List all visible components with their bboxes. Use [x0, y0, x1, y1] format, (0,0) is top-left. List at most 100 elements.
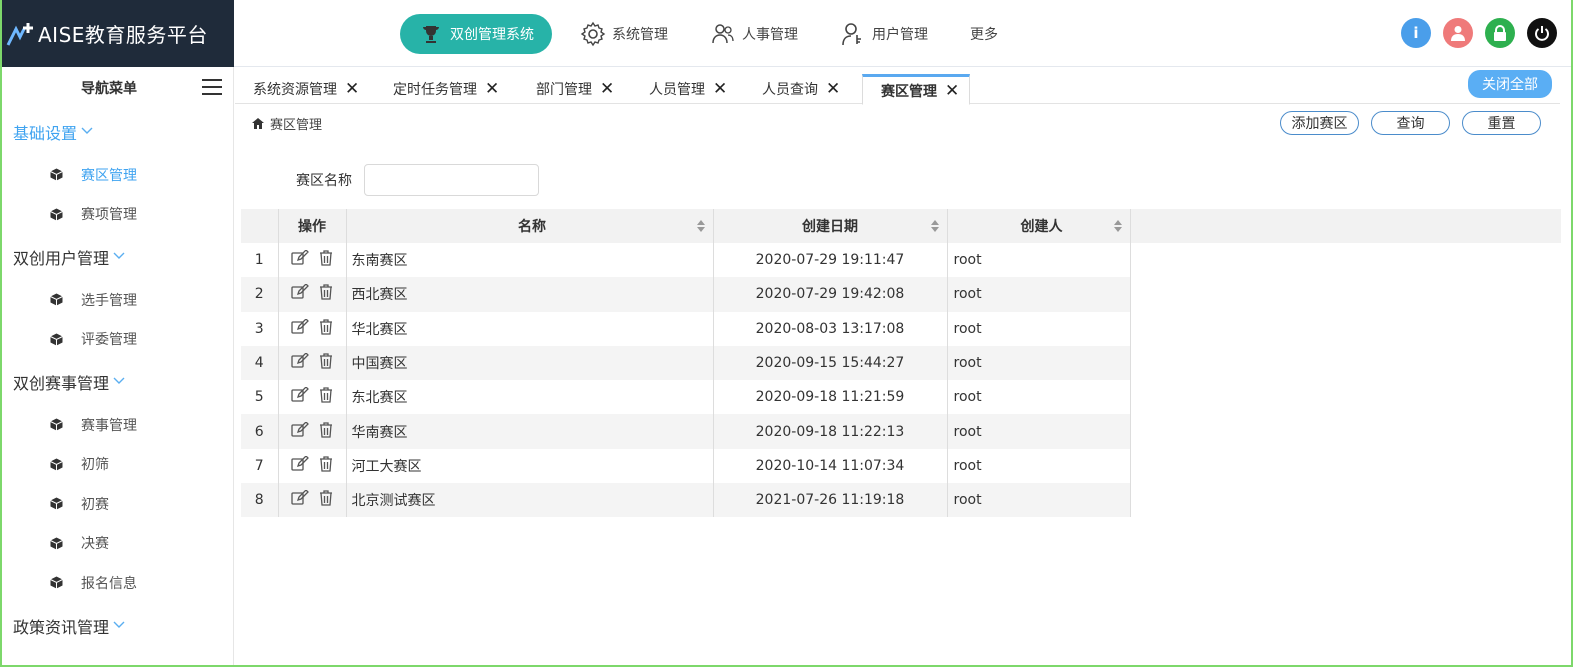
sort-icon[interactable] — [930, 220, 939, 232]
user-icon[interactable] — [1443, 18, 1473, 48]
cube-icon — [50, 418, 63, 431]
creator-header[interactable]: 创建人 — [947, 209, 1131, 243]
row-actions — [278, 448, 347, 484]
edit-icon[interactable] — [291, 284, 309, 300]
row-index: 3 — [241, 311, 279, 346]
lock-icon[interactable] — [1485, 18, 1515, 48]
hamburger-icon[interactable] — [202, 79, 222, 95]
trash-icon[interactable] — [319, 284, 333, 301]
trash-icon[interactable] — [319, 250, 333, 266]
topnav-user[interactable]: 用户管理 — [826, 14, 942, 54]
users-icon — [710, 21, 736, 47]
logo: AISE教育服务平台 — [0, 0, 234, 67]
row-creator: root — [947, 311, 1131, 346]
add-division-button[interactable]: 添加赛区 — [1280, 111, 1359, 135]
table-row[interactable]: 4 中国赛区 2020-09-15 15:44:27 root — [241, 345, 1561, 381]
close-all-button[interactable]: 关闭全部 — [1468, 70, 1552, 98]
tab-staff[interactable]: 人员管理 ✕ — [631, 74, 737, 104]
chevron-down-icon — [113, 252, 125, 259]
sidebar-item-final[interactable]: 决赛 — [0, 524, 233, 564]
top-bar: AISE教育服务平台 双创管理系统 系统管理 人事管理 用户管理 更多 i — [0, 0, 1573, 67]
tab-label: 系统资源管理 — [253, 82, 337, 98]
topnav-hr[interactable]: 人事管理 — [696, 14, 812, 54]
sidebar-item-screening[interactable]: 初筛 — [0, 445, 233, 485]
topnav-shuangchuang[interactable]: 双创管理系统 — [400, 14, 552, 54]
cube-icon — [50, 576, 63, 589]
table-row[interactable]: 8 北京测试赛区 2021-07-26 11:19:18 root — [241, 483, 1561, 518]
edit-icon[interactable] — [291, 421, 309, 438]
edit-icon[interactable] — [291, 455, 309, 472]
table-row[interactable]: 5 东北赛区 2020-09-18 11:21:59 root — [241, 380, 1561, 415]
trash-icon[interactable] — [319, 353, 333, 369]
topnav-more[interactable]: 更多 — [956, 14, 1012, 54]
sort-icon[interactable] — [696, 220, 705, 232]
sidebar-header: 导航菜单 — [0, 67, 233, 109]
topnav-label: 人事管理 — [742, 27, 798, 43]
trash-icon[interactable] — [319, 456, 333, 472]
table-row[interactable]: 7 河工大赛区 2020-10-14 11:07:34 root — [241, 448, 1561, 484]
group-label: 基础设置 — [13, 124, 78, 143]
cube-icon — [50, 168, 63, 181]
top-nav: 双创管理系统 系统管理 人事管理 用户管理 更多 — [400, 14, 1026, 54]
sidebar-item-label: 选手管理 — [81, 292, 137, 309]
sidebar-item-event[interactable]: 赛事管理 — [0, 405, 233, 445]
tab-label: 部门管理 — [536, 82, 592, 98]
close-icon[interactable]: ✕ — [713, 79, 727, 99]
sidebar-item-division[interactable]: 赛区管理 — [0, 155, 233, 195]
division-name-input[interactable] — [364, 164, 539, 196]
query-button[interactable]: 查询 — [1371, 111, 1450, 135]
header-icon-group: i — [1401, 18, 1557, 48]
row-creator: root — [947, 448, 1131, 484]
close-icon[interactable]: ✕ — [945, 81, 959, 101]
edit-icon[interactable] — [291, 490, 309, 506]
row-filler — [1130, 414, 1561, 449]
trash-icon[interactable] — [319, 387, 333, 403]
table-row[interactable]: 3 华北赛区 2020-08-03 13:17:08 root — [241, 311, 1561, 346]
sidebar-group-policy[interactable]: 政策资讯管理 — [0, 603, 233, 649]
row-actions — [278, 277, 347, 312]
close-icon[interactable]: ✕ — [485, 79, 499, 99]
sidebar-group-basic[interactable]: 基础设置 — [0, 109, 233, 155]
power-icon[interactable] — [1527, 18, 1557, 48]
filter-bar: 赛区名称 — [296, 164, 539, 196]
tab-staff-query[interactable]: 人员查询 ✕ — [744, 74, 850, 104]
row-filler — [1130, 243, 1561, 278]
chevron-down-icon — [81, 127, 93, 134]
row-date: 2020-07-29 19:11:47 — [713, 243, 948, 278]
tab-department[interactable]: 部门管理 ✕ — [518, 74, 624, 104]
row-name: 北京测试赛区 — [346, 483, 714, 518]
info-icon[interactable]: i — [1401, 18, 1431, 48]
edit-icon[interactable] — [291, 318, 309, 335]
trash-icon[interactable] — [319, 319, 333, 335]
sidebar-group-events[interactable]: 双创赛事管理 — [0, 359, 233, 405]
sidebar-item-preliminary[interactable]: 初赛 — [0, 484, 233, 524]
tab-scheduled-task[interactable]: 定时任务管理 ✕ — [375, 74, 509, 104]
sidebar-item-event-item[interactable]: 赛项管理 — [0, 195, 233, 235]
table-row[interactable]: 1 东南赛区 2020-07-29 19:11:47 root — [241, 243, 1561, 278]
topnav-system[interactable]: 系统管理 — [566, 14, 682, 54]
close-icon[interactable]: ✕ — [345, 79, 359, 99]
sidebar-item-registration[interactable]: 报名信息 — [0, 563, 233, 603]
close-icon[interactable]: ✕ — [826, 79, 840, 99]
table-row[interactable]: 6 华南赛区 2020-09-18 11:22:13 root — [241, 414, 1561, 449]
edit-icon[interactable] — [291, 387, 309, 403]
date-header[interactable]: 创建日期 — [713, 209, 948, 243]
tab-system-resource[interactable]: 系统资源管理 ✕ — [235, 74, 369, 104]
sidebar-group-users[interactable]: 双创用户管理 — [0, 234, 233, 280]
name-header[interactable]: 名称 — [346, 209, 714, 243]
cube-icon — [50, 293, 63, 306]
sidebar-item-judge[interactable]: 评委管理 — [0, 320, 233, 360]
close-icon[interactable]: ✕ — [600, 79, 614, 99]
reset-button[interactable]: 重置 — [1462, 111, 1541, 135]
trash-icon[interactable] — [319, 421, 333, 438]
edit-icon[interactable] — [291, 353, 309, 369]
edit-icon[interactable] — [291, 250, 309, 266]
group-label: 双创赛事管理 — [13, 374, 110, 393]
table-row[interactable]: 2 西北赛区 2020-07-29 19:42:08 root — [241, 277, 1561, 312]
row-index: 1 — [241, 243, 279, 278]
trash-icon[interactable] — [319, 490, 333, 506]
table-body: 1 东南赛区 2020-07-29 19:11:47 root 2 西北赛区 2020-07… — [241, 243, 1561, 518]
sort-icon[interactable] — [1113, 220, 1122, 232]
sidebar-item-contestant[interactable]: 选手管理 — [0, 280, 233, 320]
tab-division[interactable]: 赛区管理 ✕ — [862, 74, 971, 105]
